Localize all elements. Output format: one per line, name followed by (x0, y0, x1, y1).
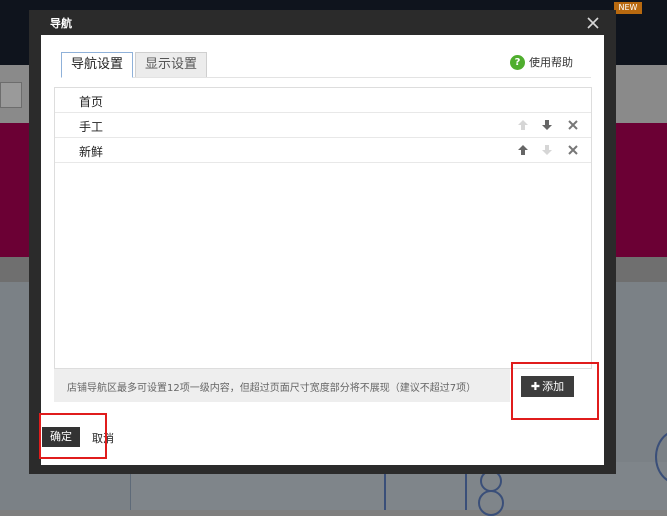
highlight-box-confirm (39, 413, 107, 459)
help-link[interactable]: ? 使用帮助 (510, 55, 573, 71)
background-decoration-line (384, 474, 386, 510)
close-icon[interactable] (584, 14, 602, 32)
tab-display-settings[interactable]: 显示设置 (135, 52, 207, 78)
nav-item-label: 新鲜 (79, 145, 104, 159)
new-badge: NEW (614, 2, 642, 14)
tab-divider (61, 77, 591, 78)
dialog-header: 导航 (29, 10, 616, 35)
arrow-down-icon[interactable] (540, 118, 554, 132)
arrow-up-icon (516, 118, 530, 132)
footer-note: 店铺导航区最多可设置12项一级内容，但超过页面尺寸宽度部分将不展现（建议不超过7… (54, 369, 510, 402)
nav-item-label: 手工 (79, 120, 104, 134)
arrow-up-icon[interactable] (516, 143, 530, 157)
arrow-down-icon (540, 143, 554, 157)
nav-item-label: 首页 (79, 95, 104, 109)
list-item: 手工 (55, 113, 591, 138)
background-box (0, 82, 22, 108)
footer-note-text: 店铺导航区最多可设置12项一级内容，但超过页面尺寸宽度部分将不展现（建议不超过7… (67, 383, 477, 394)
nav-item-list: 首页 手工 新鲜 (54, 87, 592, 369)
background-decoration-line (465, 474, 467, 510)
question-circle-icon: ? (510, 55, 525, 70)
dialog-body: 导航设置 显示设置 ? 使用帮助 首页 手工 新鲜 店铺导航区最多可设置12项一… (39, 35, 604, 465)
list-item: 新鲜 (55, 138, 591, 163)
help-label: 使用帮助 (529, 56, 573, 69)
delete-icon[interactable] (566, 118, 580, 132)
navigation-dialog: 导航 导航设置 显示设置 ? 使用帮助 首页 手工 新鲜 店铺导航区最多可设置1… (29, 10, 616, 474)
background-decoration-circle (478, 490, 504, 516)
tab-navigation-settings[interactable]: 导航设置 (61, 52, 133, 78)
list-item: 首页 (55, 88, 591, 113)
highlight-box-add (511, 362, 599, 420)
delete-icon[interactable] (566, 143, 580, 157)
dialog-title: 导航 (50, 17, 72, 30)
